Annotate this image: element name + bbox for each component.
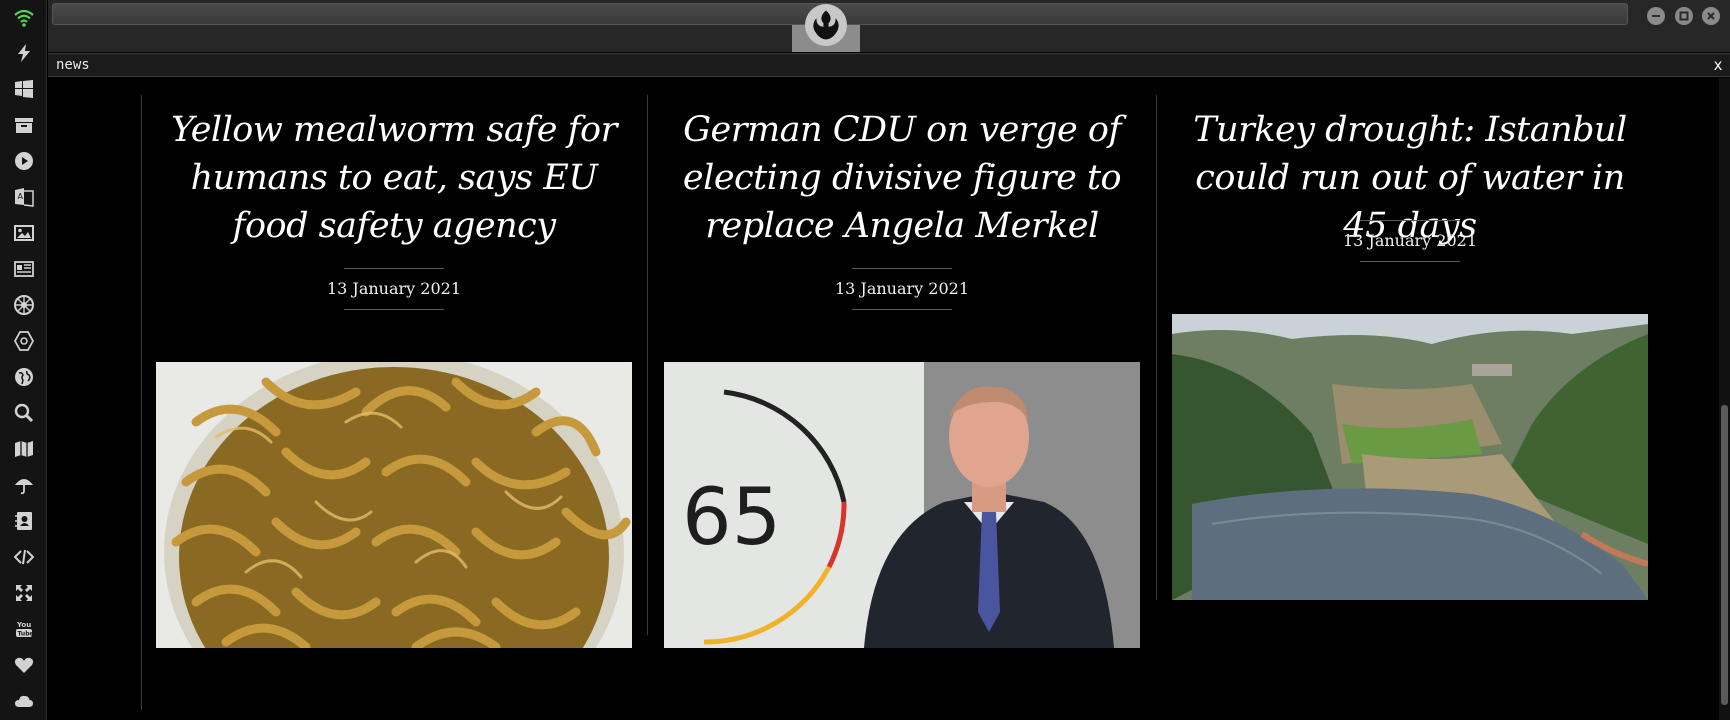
cloud-icon[interactable] — [11, 688, 37, 714]
article-headline[interactable]: German CDU on verge of electing divisive… — [664, 106, 1140, 250]
scrollbar-thumb[interactable] — [1721, 405, 1728, 705]
heart-icon[interactable] — [11, 652, 37, 678]
article-date: 13 January 2021 — [326, 279, 462, 298]
column-divider — [141, 95, 142, 710]
article-date: 13 January 2021 — [834, 279, 970, 298]
maximize-button[interactable] — [1675, 7, 1693, 25]
tab-news[interactable]: news — [56, 57, 90, 73]
search-icon[interactable] — [11, 400, 37, 426]
news-content: Yellow mealworm safe for humans to eat, … — [48, 78, 1719, 720]
maximize-icon — [1679, 11, 1689, 21]
youtube-icon[interactable]: You Tube — [11, 616, 37, 642]
left-dock: A You Tube — [0, 0, 47, 720]
svg-text:A: A — [18, 192, 24, 201]
article-date-block: 13 January 2021 — [1172, 220, 1648, 262]
article-date-block: 13 January 2021 — [156, 268, 632, 310]
mealworms-photo[interactable] — [156, 362, 632, 648]
globe-icon[interactable] — [11, 364, 37, 390]
column-divider — [1156, 95, 1157, 600]
windows-icon[interactable] — [11, 76, 37, 102]
rebel-alliance-logo[interactable] — [805, 4, 847, 46]
article-card[interactable]: Turkey drought: Istanbul could run out o… — [1172, 78, 1648, 608]
article-date-block: 13 January 2021 — [664, 268, 1140, 310]
tab-strip: news x — [48, 53, 1730, 77]
newspaper-icon[interactable] — [11, 256, 37, 282]
column-divider — [647, 95, 648, 635]
reservoir-photo[interactable] — [1172, 314, 1648, 600]
rebel-icon[interactable] — [11, 292, 37, 318]
play-icon[interactable] — [11, 148, 37, 174]
divider — [852, 309, 952, 310]
minimize-icon — [1652, 15, 1660, 17]
politician-photo[interactable]: 65 — [664, 362, 1140, 648]
divider — [344, 309, 444, 310]
map-icon[interactable] — [11, 436, 37, 462]
wifi-icon[interactable] — [11, 5, 37, 31]
tab-close-button[interactable]: x — [1708, 54, 1728, 76]
contacts-icon[interactable] — [11, 508, 37, 534]
divider — [1360, 261, 1460, 262]
article-date: 13 January 2021 — [1342, 231, 1478, 250]
svg-text:Tube: Tube — [18, 631, 34, 638]
lightning-icon[interactable] — [11, 40, 37, 66]
image-icon[interactable] — [11, 220, 37, 246]
translate-icon[interactable]: A — [11, 184, 37, 210]
window-titlebar — [48, 0, 1730, 52]
vertical-scrollbar[interactable] — [1719, 78, 1730, 720]
umbrella-icon[interactable] — [11, 472, 37, 498]
expand-icon[interactable] — [11, 580, 37, 606]
minimize-button[interactable] — [1647, 7, 1665, 25]
rebel-alliance-icon — [813, 10, 839, 40]
article-headline[interactable]: Yellow mealworm safe for humans to eat, … — [156, 106, 632, 250]
close-button[interactable] — [1702, 7, 1720, 25]
article-card[interactable]: German CDU on verge of electing divisive… — [664, 78, 1140, 648]
svg-text:You: You — [16, 621, 31, 629]
empire-icon[interactable] — [11, 328, 37, 354]
archive-icon[interactable] — [11, 112, 37, 138]
close-icon — [1707, 12, 1715, 20]
svg-text:65: 65 — [682, 473, 781, 563]
code-icon[interactable] — [11, 544, 37, 570]
article-card[interactable]: Yellow mealworm safe for humans to eat, … — [156, 78, 632, 648]
